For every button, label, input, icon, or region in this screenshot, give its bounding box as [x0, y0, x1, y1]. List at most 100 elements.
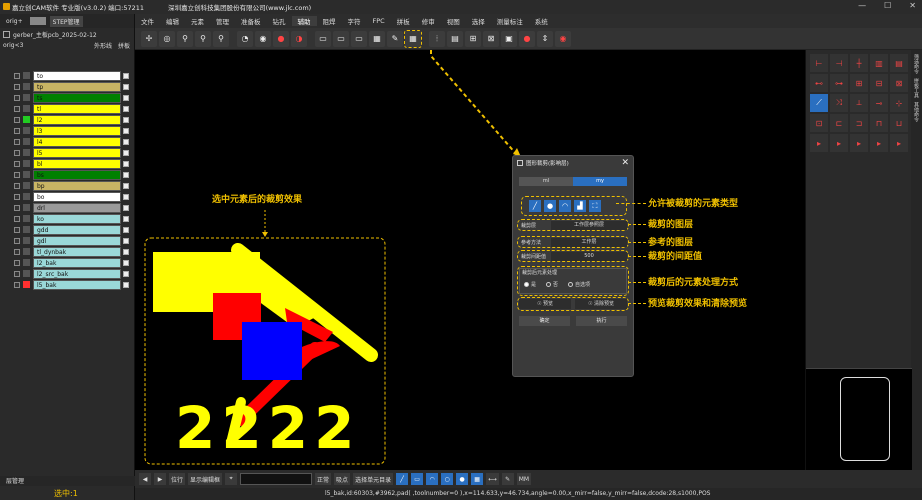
prev-button[interactable]: ◀ [139, 473, 151, 485]
command-8-icon[interactable]: ⊟ [870, 74, 888, 92]
layer-row[interactable]: l2_src_bak [0, 268, 135, 279]
layer-lock-checkbox[interactable] [123, 270, 129, 277]
command-9-icon[interactable]: ⊠ [890, 74, 908, 92]
layer-color-swatch[interactable] [23, 281, 30, 288]
command-10-icon[interactable]: ⟋ [810, 94, 828, 112]
layer-row[interactable]: drl [0, 202, 135, 213]
layer-visible-checkbox[interactable] [14, 182, 20, 189]
layer-name[interactable]: bo [33, 191, 121, 202]
next-button[interactable]: ▶ [154, 473, 166, 485]
layer-color-swatch[interactable] [23, 105, 30, 112]
step-name[interactable]: orig<3 [3, 42, 23, 49]
layer-visible-checkbox[interactable] [14, 248, 20, 255]
layer-visible-checkbox[interactable] [14, 127, 20, 134]
command-22-icon[interactable]: ▸ [850, 134, 868, 152]
target-icon[interactable]: ◎ [159, 30, 175, 47]
layer-visible-checkbox[interactable] [14, 116, 20, 123]
layer-lock-checkbox[interactable] [123, 182, 129, 189]
command-23-icon[interactable]: ▸ [870, 134, 888, 152]
circle-tool-icon[interactable]: ○ [441, 473, 454, 485]
layer-lock-checkbox[interactable] [123, 105, 129, 112]
command-20-icon[interactable]: ▸ [810, 134, 828, 152]
layer-name[interactable]: to [33, 70, 121, 81]
handling-radio-1[interactable]: 否 [546, 281, 558, 288]
plus-box-icon[interactable]: ⊞ [465, 30, 481, 47]
command-19-icon[interactable]: ⊔ [890, 114, 908, 132]
menu-item-11[interactable]: 修审 [416, 16, 441, 26]
tab-step-manage[interactable]: STEP管理 [49, 15, 83, 27]
layer-name[interactable]: drl [33, 202, 121, 213]
layer-color-swatch[interactable] [23, 127, 30, 134]
layer-name[interactable]: l2_src_bak [33, 268, 121, 279]
layer-row[interactable]: tl [0, 103, 135, 114]
overview-map[interactable] [806, 368, 912, 470]
command-1-icon[interactable]: ⊣ [830, 54, 848, 72]
layer-name[interactable]: l2 [33, 114, 121, 125]
layer-color-swatch[interactable] [23, 215, 30, 222]
clear-preview-button[interactable]: ☉ 清除预览 [575, 299, 627, 309]
command-4-icon[interactable]: ▤ [890, 54, 908, 72]
handling-radio-0[interactable]: 是 [524, 281, 536, 288]
grid-tool-icon[interactable]: ▦ [471, 473, 484, 485]
layer-lock-checkbox[interactable] [123, 281, 129, 288]
pcb-canvas[interactable]: 2222 选中元素后的裁剪效果 [135, 50, 805, 470]
pen-icon[interactable]: ✎ [387, 30, 403, 47]
layer-name[interactable]: gdl [33, 235, 121, 246]
layer-name[interactable]: l4 [33, 136, 121, 147]
layer-lock-checkbox[interactable] [123, 127, 129, 134]
menu-item-7[interactable]: 阻焊 [317, 16, 342, 26]
menu-item-4[interactable]: 准备板 [235, 16, 267, 26]
bars-icon[interactable]: ⦙ [429, 30, 445, 47]
rect2-icon[interactable]: ▭ [333, 30, 349, 47]
arc-icon[interactable]: ◑ [291, 30, 307, 47]
layer-visible-checkbox[interactable] [14, 259, 20, 266]
handling-radio-2[interactable]: 自选项 [568, 281, 590, 288]
measure-icon[interactable]: ⟷ [486, 473, 499, 485]
layer-color-swatch[interactable] [23, 116, 30, 123]
layer-row[interactable]: l4 [0, 136, 135, 147]
job-name-row[interactable]: gerber_主板pcb_2025-02-12 [0, 28, 134, 40]
gap-input[interactable]: 500 [551, 251, 627, 261]
unit-select[interactable]: MM [516, 473, 532, 485]
pad-tool-icon[interactable]: ● [456, 473, 469, 485]
layer-lock-checkbox[interactable] [123, 237, 129, 244]
layer-lock-checkbox[interactable] [123, 259, 129, 266]
layer-row[interactable]: tp [0, 81, 135, 92]
menu-item-2[interactable]: 元素 [185, 16, 210, 26]
maximize-button[interactable]: ☐ [884, 1, 891, 10]
probe-icon[interactable]: ⚲ [177, 30, 193, 47]
layer-row[interactable]: l2_bak [0, 257, 135, 268]
layer-lock-checkbox[interactable] [123, 94, 129, 101]
grid-icon[interactable]: ▦ [369, 30, 385, 47]
menu-item-12[interactable]: 视图 [441, 16, 466, 26]
layer-lock-checkbox[interactable] [123, 226, 129, 233]
layer-name[interactable]: l5 [33, 147, 121, 158]
select-ref-button[interactable]: 选择单元目录 [353, 473, 394, 485]
layer-row[interactable]: l3 [0, 125, 135, 136]
element-type-toggle-0[interactable]: ╱ [529, 200, 541, 212]
layer-row[interactable]: ko [0, 213, 135, 224]
layer-name[interactable]: ko [33, 213, 121, 224]
command-11-icon[interactable]: ⤨ [830, 94, 848, 112]
layer-row[interactable]: l2 [0, 114, 135, 125]
layer-name[interactable]: tl_dynbak [33, 246, 121, 257]
layer-color-swatch[interactable] [23, 270, 30, 277]
layer-color-swatch[interactable] [23, 160, 30, 167]
layer-lock-checkbox[interactable] [123, 83, 129, 90]
command-15-icon[interactable]: ⊡ [810, 114, 828, 132]
snap-toggle[interactable]: 吸点 [334, 473, 351, 485]
command-12-icon[interactable]: ⟂ [850, 94, 868, 112]
layer-lock-checkbox[interactable] [123, 193, 129, 200]
layer-color-swatch[interactable] [23, 204, 30, 211]
layer-color-swatch[interactable] [23, 248, 30, 255]
layer-visible-checkbox[interactable] [14, 160, 20, 167]
layer-color-swatch[interactable] [23, 72, 30, 79]
x-box-icon[interactable]: ⊠ [483, 30, 499, 47]
layer-row[interactable]: bp [0, 180, 135, 191]
command-input[interactable] [240, 473, 313, 485]
menu-item-6[interactable]: 辅助 [291, 16, 317, 26]
clip-layer-select[interactable]: 工作层参照层 [551, 220, 627, 230]
dot-icon[interactable]: ● [273, 30, 289, 47]
layer-visible-checkbox[interactable] [14, 281, 20, 288]
command-5-icon[interactable]: ⊷ [810, 74, 828, 92]
